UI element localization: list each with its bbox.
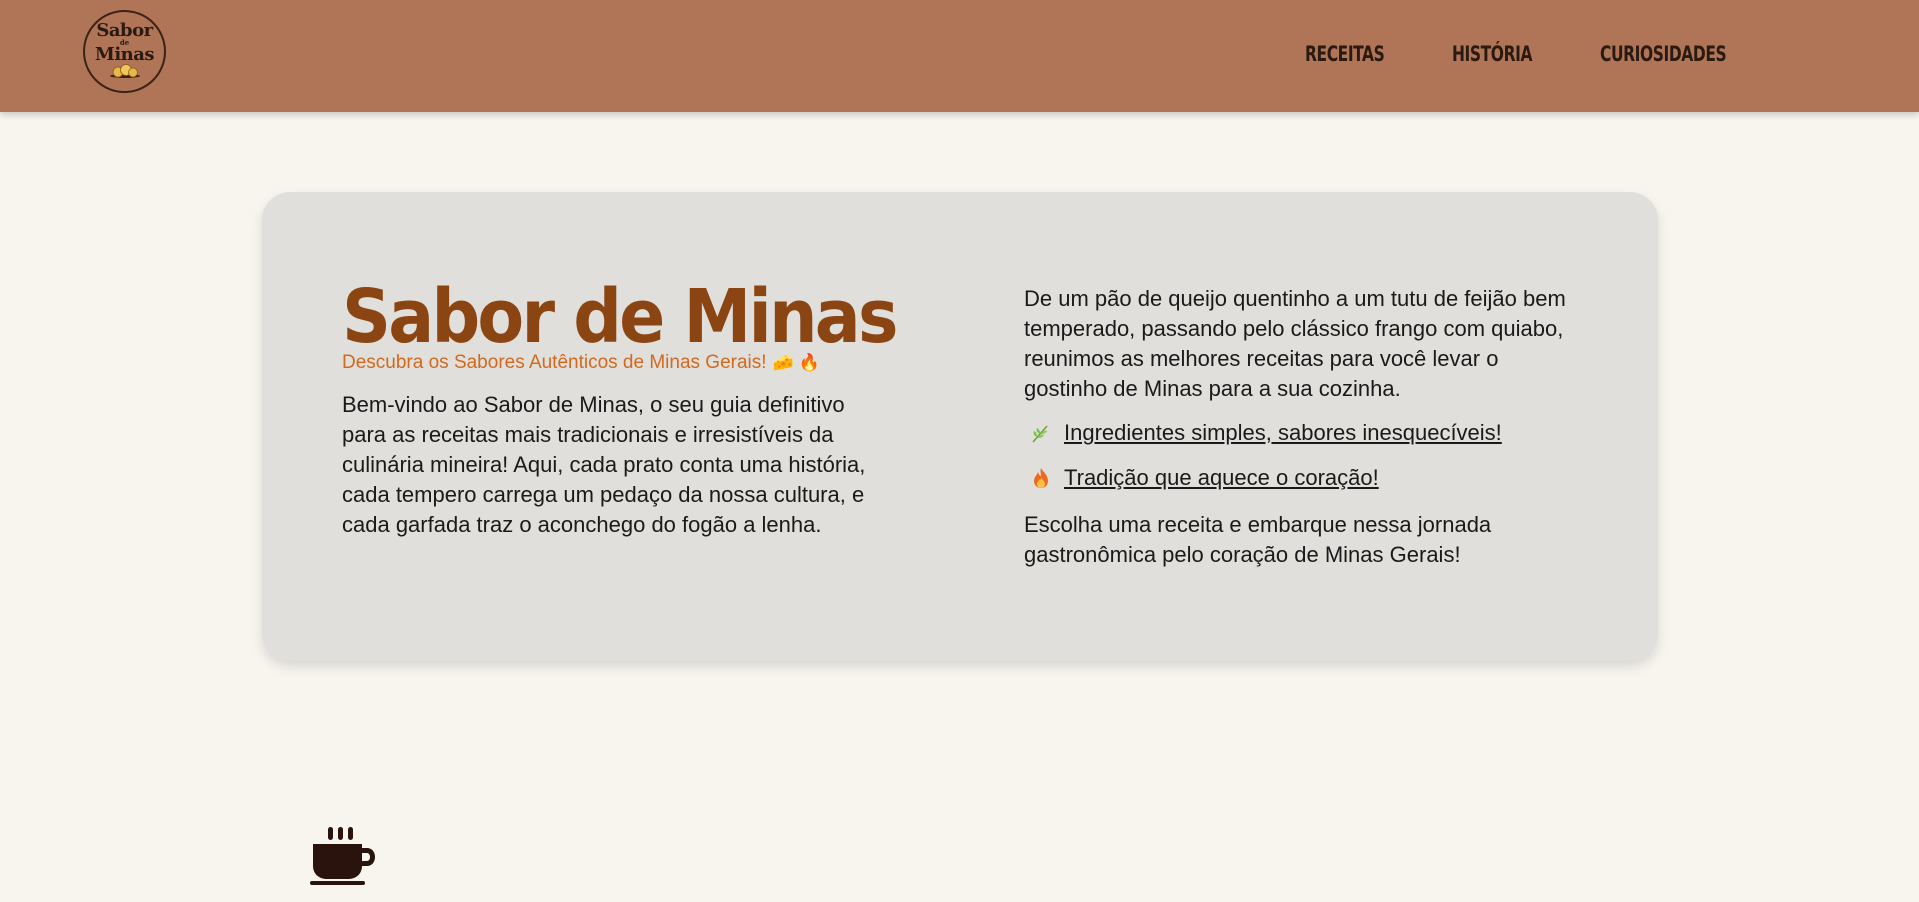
nav-historia[interactable]: HISTÓRIA (1452, 42, 1532, 66)
feature-item: Tradição que aquece o coração! (1024, 465, 1379, 491)
logo-text-sabor: Sabor (96, 20, 153, 41)
hero-card: Sabor de Minas Descubra os Sabores Autên… (262, 192, 1658, 661)
fire-icon (1034, 468, 1048, 488)
hero-intro: Bem-vindo ao Sabor de Minas, o seu guia … (342, 392, 866, 537)
hero-subtitle: Descubra os Sabores Autênticos de Minas … (342, 352, 820, 374)
feature-link-tradicao[interactable]: Tradição que aquece o coração! (1064, 465, 1379, 491)
feature-item: Ingredientes simples, sabores inesquecív… (1024, 420, 1502, 446)
logo-text-minas: Minas (94, 44, 155, 65)
hero-subtitle-text: Descubra os Sabores Autênticos de Minas … (342, 352, 767, 373)
site-header: Sabor de Minas RECEITAS HISTÓRIA CURIOSI… (0, 0, 1919, 112)
nav-curiosidades[interactable]: CURIOSIDADES (1600, 42, 1727, 66)
pao-de-queijo-icon (109, 64, 140, 78)
hero-title: Sabor de Minas (342, 274, 898, 360)
coffee-cup-icon (310, 827, 375, 885)
site-logo[interactable]: Sabor de Minas (83, 10, 166, 93)
herb-icon (1032, 425, 1048, 443)
cheese-fire-icon: 🧀 🔥 (772, 353, 820, 372)
nav-receitas[interactable]: RECEITAS (1305, 42, 1385, 66)
hero-closing: Escolha uma receita e embarque nessa jor… (1024, 512, 1492, 567)
feature-link-ingredientes[interactable]: Ingredientes simples, sabores inesquecív… (1064, 420, 1502, 446)
hero-right-paragraph: De um pão de queijo quentinho a um tutu … (1024, 286, 1566, 401)
